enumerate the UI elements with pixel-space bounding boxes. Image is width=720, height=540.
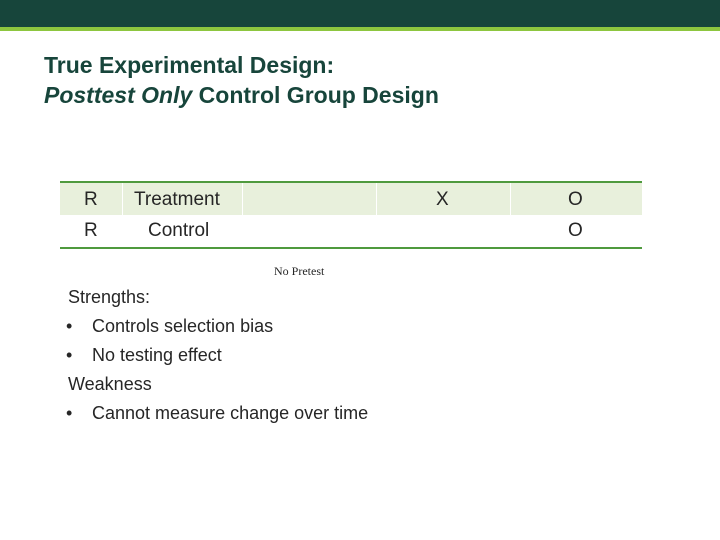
assignment-cell: R <box>84 189 98 210</box>
list-item: • Cannot measure change over time <box>66 399 368 428</box>
strengths-heading: Strengths: <box>68 287 151 307</box>
intervention-cell: X <box>436 189 449 210</box>
list-item-text: Cannot measure change over time <box>92 403 369 423</box>
header-accent-line <box>0 27 720 31</box>
title-italic-text: Posttest Only <box>44 82 193 108</box>
column-divider <box>122 183 123 215</box>
title-line-2: Posttest Only Control Group Design <box>44 80 439 110</box>
slide-title: True Experimental Design: Posttest Only … <box>44 50 439 110</box>
bullet-icon: • <box>66 316 73 336</box>
notes-text-box: Strengths: • Controls selection bias • N… <box>66 283 368 428</box>
group-cell: Control <box>148 220 210 241</box>
weakness-heading: Weakness <box>68 374 152 394</box>
list-item-text: No testing effect <box>92 345 222 365</box>
bullet-icon: • <box>66 403 73 423</box>
observation-cell: O <box>568 220 583 241</box>
column-divider <box>242 183 243 215</box>
header-bar <box>0 0 720 27</box>
assignment-cell: R <box>84 220 98 241</box>
column-divider <box>510 183 511 215</box>
group-cell: Treatment <box>134 189 220 210</box>
table-row-treatment: R Treatment X O <box>60 181 642 215</box>
title-rest-text: Control Group Design <box>192 82 439 108</box>
list-item: • No testing effect <box>66 341 368 370</box>
table-row-control: R Control O <box>60 215 642 249</box>
observation-cell: O <box>568 189 583 210</box>
bullet-icon: • <box>66 345 73 365</box>
list-item-text: Controls selection bias <box>92 316 274 336</box>
no-pretest-label: No Pretest <box>274 264 325 278</box>
list-item: • Controls selection bias <box>66 312 368 341</box>
column-divider <box>376 183 377 215</box>
title-line-1: True Experimental Design: <box>44 52 335 78</box>
